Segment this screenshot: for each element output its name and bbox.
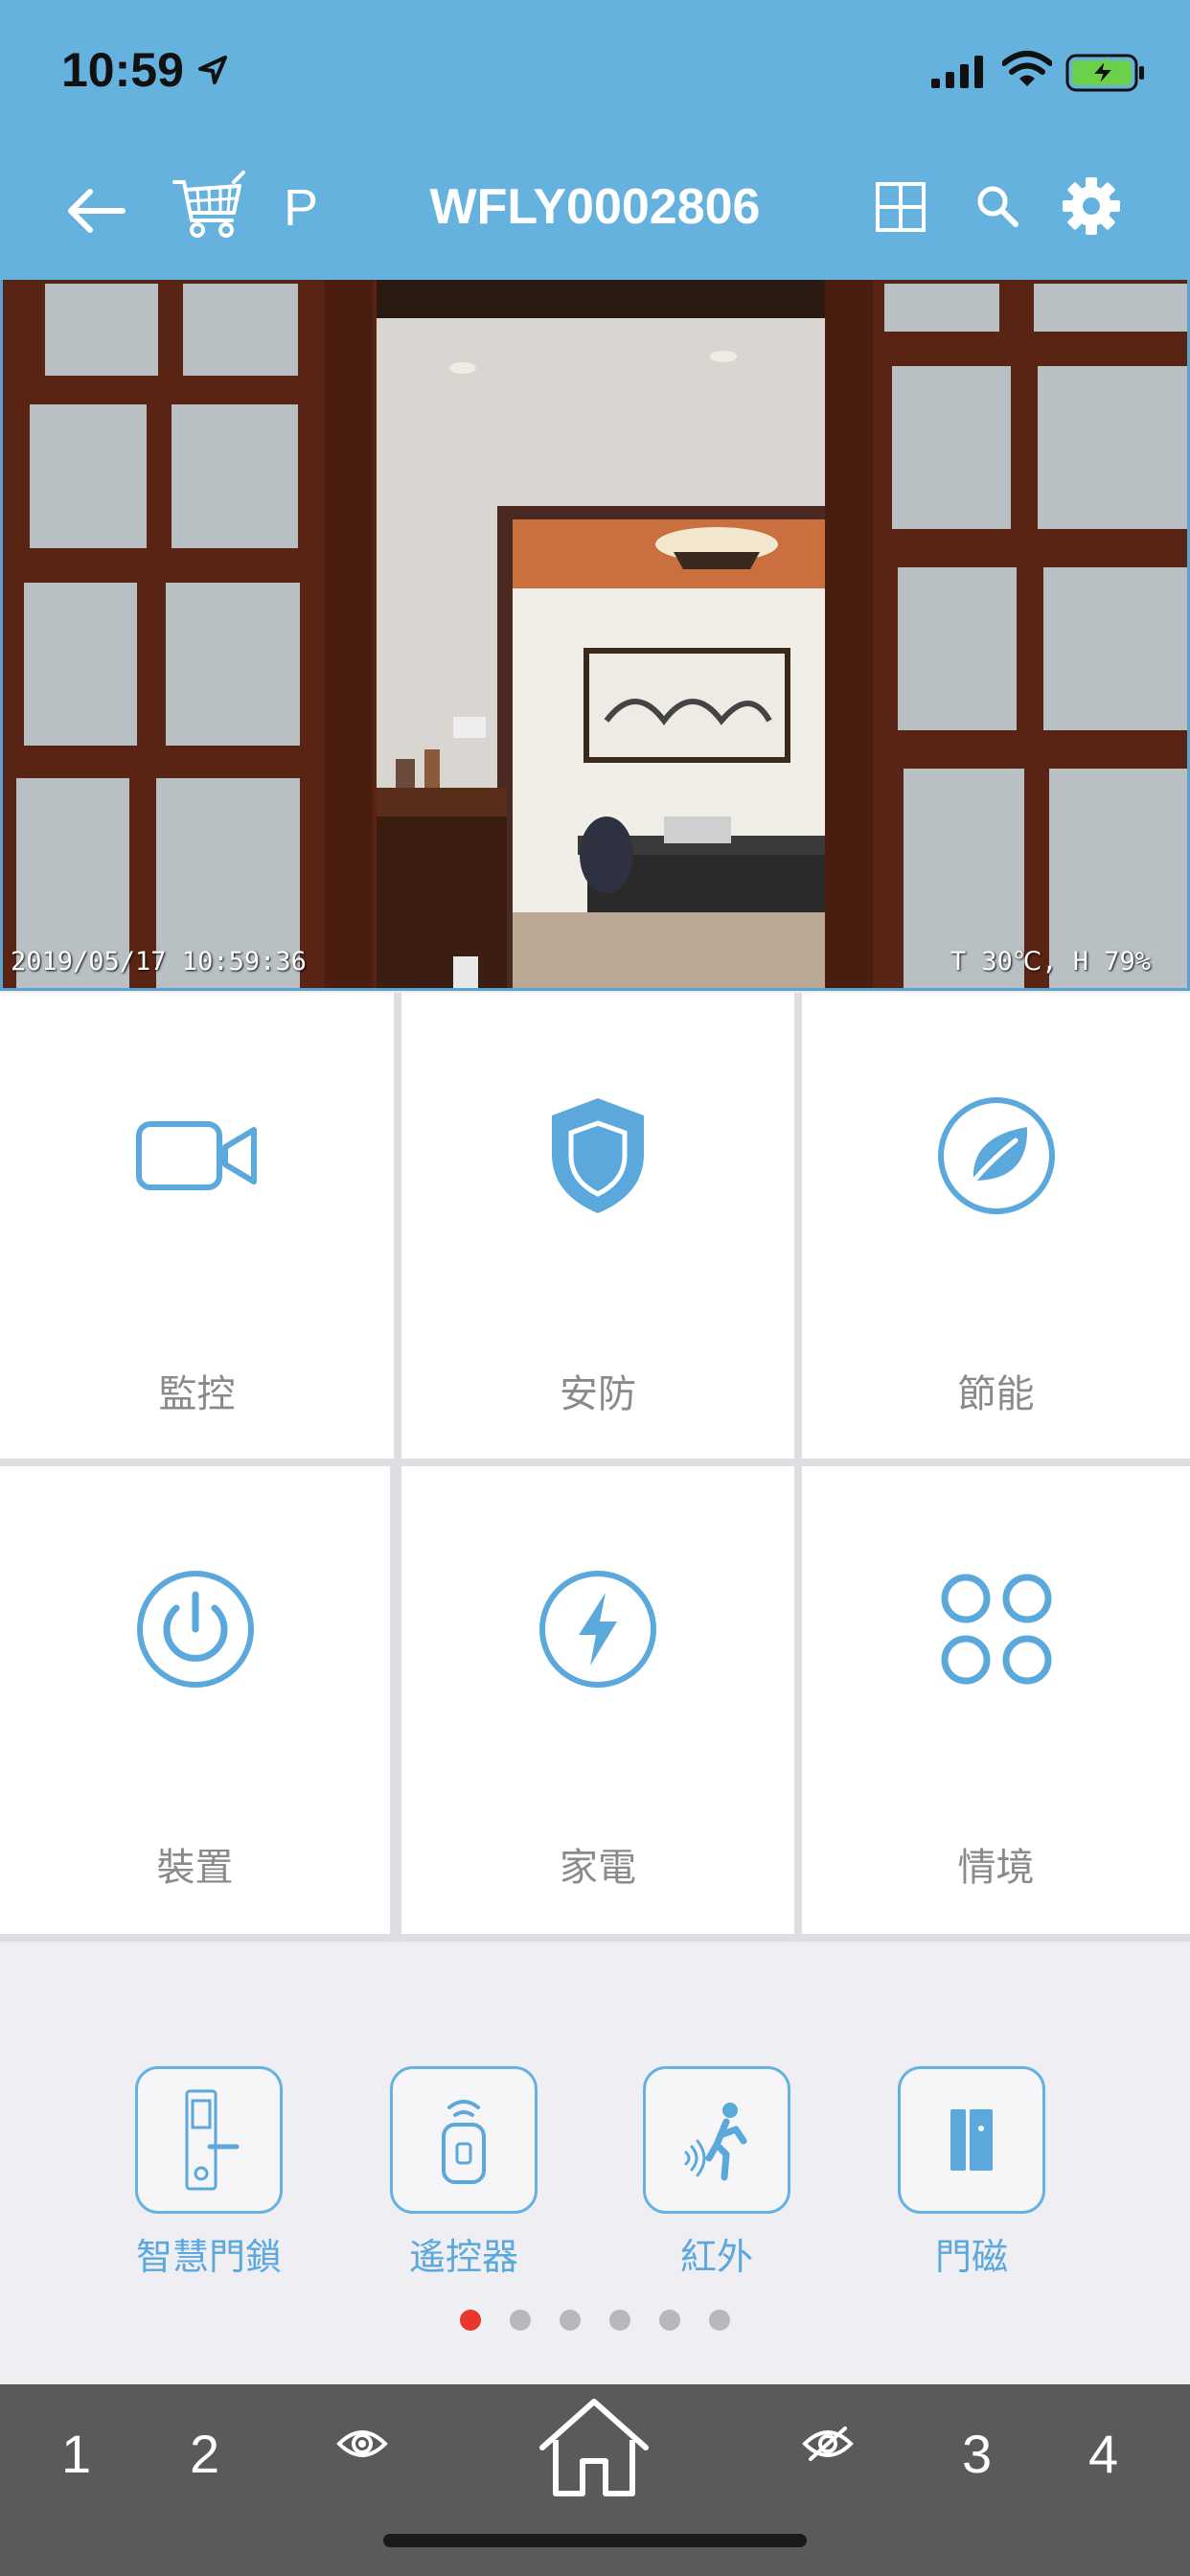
- page-dot-1[interactable]: [460, 2310, 481, 2331]
- status-bar: 10:59: [0, 0, 1190, 144]
- shield-icon: [552, 1098, 644, 1213]
- door-lock-icon: [185, 2089, 240, 2191]
- temperature-humidity-readout: T 30℃, H 79%: [950, 947, 1151, 977]
- tab-4[interactable]: 4: [1088, 2423, 1118, 2485]
- page-dot-3[interactable]: [560, 2310, 581, 2331]
- tile-appliances[interactable]: 家電: [401, 1466, 794, 1934]
- location-arrow-icon: [198, 56, 227, 84]
- bottom-tab-bar: 1 2 3 4: [0, 2384, 1190, 2576]
- quick-label: 遙控器: [408, 2236, 518, 2278]
- eye-off-icon[interactable]: [801, 2425, 855, 2463]
- page-dot-6[interactable]: [709, 2310, 730, 2331]
- quick-item-infrared[interactable]: 紅外: [621, 2066, 812, 2280]
- home-icon[interactable]: [535, 2394, 653, 2499]
- page-indicator[interactable]: [0, 2310, 1190, 2335]
- tile-monitor[interactable]: 監控: [0, 993, 394, 1459]
- quick-item-box: [643, 2066, 790, 2214]
- eye-icon[interactable]: [335, 2425, 389, 2463]
- quick-item-box: [135, 2066, 283, 2214]
- grid-view-icon[interactable]: [874, 180, 927, 234]
- page-dot-4[interactable]: [609, 2310, 630, 2331]
- tile-label: 安防: [560, 1372, 636, 1416]
- nav-bar: P WFLY0002806: [0, 144, 1190, 280]
- tile-label: 節能: [957, 1372, 1035, 1416]
- quick-item-box: [898, 2066, 1045, 2214]
- quick-item-remote[interactable]: 遙控器: [368, 2066, 560, 2280]
- quick-item-door-sensor[interactable]: 門磁: [876, 2066, 1067, 2280]
- motion-sensor-icon: [684, 2103, 747, 2181]
- tile-security[interactable]: 安防: [401, 993, 794, 1459]
- quick-label: 智慧門鎖: [135, 2236, 282, 2278]
- gear-icon[interactable]: [1062, 176, 1121, 236]
- tile-label: 監控: [158, 1372, 236, 1416]
- quick-label: 門磁: [934, 2236, 1008, 2278]
- power-icon: [136, 1571, 254, 1688]
- camera-live-view[interactable]: 2019/05/17 10:59:36 T 30℃, H 79%: [0, 280, 1190, 991]
- tab-2[interactable]: 2: [190, 2423, 219, 2485]
- page-dot-5[interactable]: [659, 2310, 680, 2331]
- camera-timestamp: 2019/05/17 10:59:36: [11, 947, 307, 977]
- remote-control-icon: [442, 2100, 486, 2184]
- tile-label: 情境: [957, 1846, 1035, 1890]
- video-camera-icon: [135, 1121, 257, 1190]
- four-circles-icon: [941, 1574, 1051, 1685]
- leaf-icon: [937, 1097, 1055, 1214]
- search-icon[interactable]: [973, 182, 1021, 230]
- tab-1[interactable]: 1: [61, 2423, 91, 2485]
- wifi-icon: [1002, 51, 1052, 86]
- tile-label: 裝置: [156, 1846, 234, 1890]
- quick-label: 紅外: [679, 2236, 753, 2278]
- lightning-icon: [539, 1571, 656, 1688]
- home-indicator[interactable]: [383, 2534, 807, 2547]
- page-dot-2[interactable]: [510, 2310, 531, 2331]
- battery-charging-icon: [1065, 54, 1144, 92]
- status-time: 10:59: [61, 43, 184, 97]
- feature-grid: 監控 安防 節能 裝置 家電 情境: [0, 993, 1190, 1942]
- door-sensor-icon: [950, 2109, 993, 2171]
- quick-item-box: [390, 2066, 538, 2214]
- quick-item-smart-lock[interactable]: 智慧門鎖: [113, 2066, 305, 2280]
- tile-devices[interactable]: 裝置: [0, 1466, 390, 1934]
- cellular-signal-icon: [931, 56, 983, 88]
- tile-scenes[interactable]: 情境: [802, 1466, 1190, 1934]
- tile-label: 家電: [560, 1846, 636, 1890]
- camera-frame-image: [3, 280, 1187, 988]
- quick-device-panel: 智慧門鎖 遙控器 紅外 門磁: [0, 1942, 1190, 2384]
- tab-3[interactable]: 3: [962, 2423, 992, 2485]
- tile-energy[interactable]: 節能: [802, 993, 1190, 1459]
